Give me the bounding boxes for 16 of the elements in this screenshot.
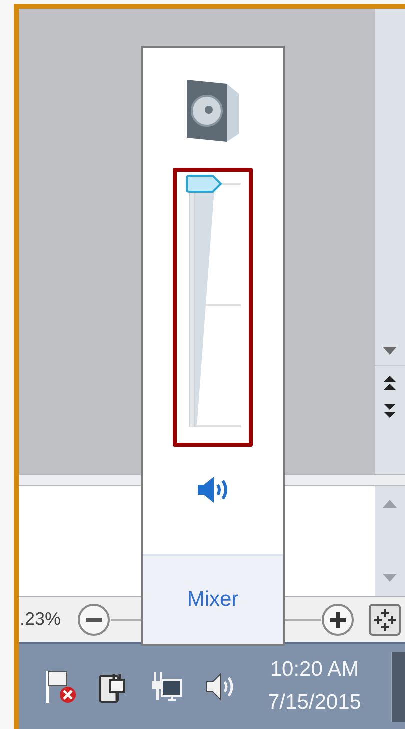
slider-thumb[interactable]: [185, 175, 223, 193]
scroll-down-icon[interactable]: [383, 347, 397, 355]
speaker-device-icon[interactable]: [185, 78, 241, 144]
fit-to-window-icon[interactable]: [369, 604, 401, 636]
zoom-out-icon[interactable]: [77, 602, 112, 636]
zoom-in-icon[interactable]: [321, 602, 355, 636]
flag-icon[interactable]: [44, 668, 78, 704]
show-desktop-button[interactable]: [391, 652, 405, 722]
mixer-link[interactable]: Mixer: [187, 584, 239, 616]
page-down-icon[interactable]: [384, 402, 396, 418]
clock-time[interactable]: 10:20 AM: [270, 657, 360, 684]
zoom-level: .23%: [20, 608, 62, 631]
volume-icon[interactable]: [196, 475, 230, 505]
network-icon[interactable]: [150, 670, 182, 704]
clock-date[interactable]: 7/15/2015: [268, 690, 362, 716]
page-up-icon[interactable]: [384, 376, 396, 392]
